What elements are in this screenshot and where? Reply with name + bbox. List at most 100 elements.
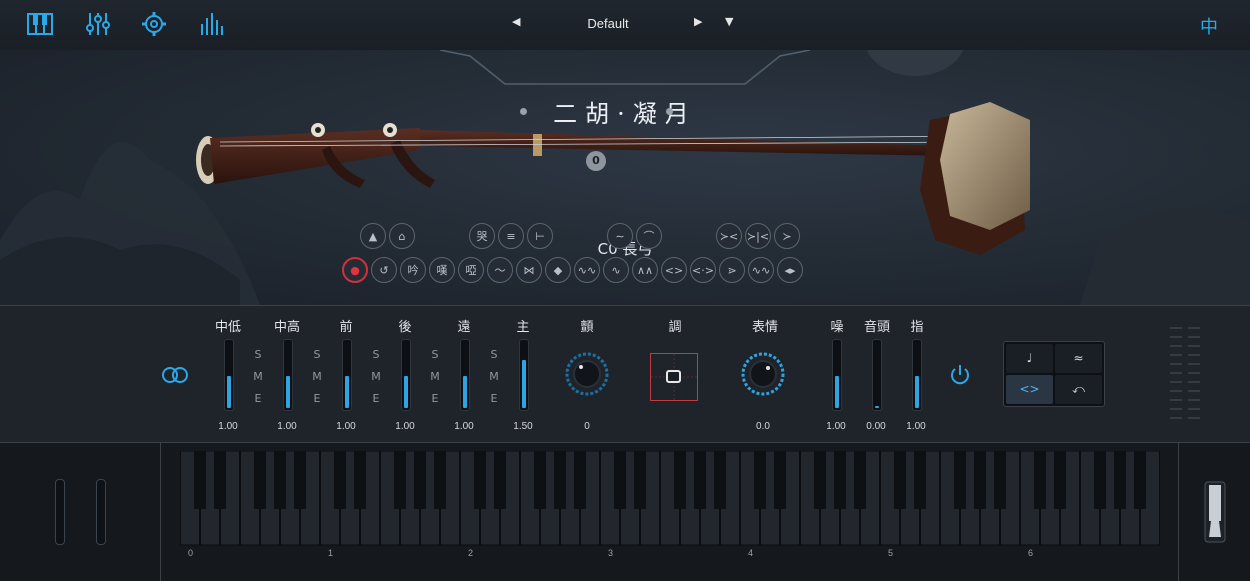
artic-btn-12[interactable]: <>: [661, 257, 687, 283]
artic-btn-15[interactable]: ∿∿: [748, 257, 774, 283]
black-key[interactable]: [1134, 451, 1146, 509]
record-button[interactable]: ●: [342, 257, 368, 283]
sme-buttons[interactable]: SME: [251, 344, 265, 410]
black-key[interactable]: [714, 451, 726, 509]
black-key[interactable]: [334, 451, 346, 509]
artic-btn-10[interactable]: ∿: [603, 257, 629, 283]
black-key[interactable]: [1034, 451, 1046, 509]
artic-btn-6[interactable]: 〜: [487, 257, 513, 283]
artic-flag-button[interactable]: ⊢: [527, 223, 553, 249]
artic-btn-14[interactable]: ⋗: [719, 257, 745, 283]
mode-legato-button[interactable]: ≈: [1055, 344, 1102, 373]
black-key[interactable]: [274, 451, 286, 509]
black-key[interactable]: [214, 451, 226, 509]
mode-release-button[interactable]: ⤺: [1055, 374, 1102, 404]
black-key[interactable]: [814, 451, 826, 509]
artic-slur-button[interactable]: ⌒: [636, 223, 662, 249]
black-key[interactable]: [754, 451, 766, 509]
link-rings-icon[interactable]: [162, 366, 188, 384]
power-icon[interactable]: [948, 363, 972, 387]
tune-xy-pad[interactable]: [650, 353, 698, 401]
black-key[interactable]: [694, 451, 706, 509]
artic-arch-button[interactable]: ⌂: [389, 223, 415, 249]
black-key[interactable]: [614, 451, 626, 509]
language-toggle[interactable]: 中: [1200, 13, 1218, 39]
artic-btn-2[interactable]: ↺: [371, 257, 397, 283]
artic-cresc-button[interactable]: ≻<: [716, 223, 742, 249]
preset-next-button[interactable]: ▶: [694, 15, 702, 28]
black-key[interactable]: [674, 451, 686, 509]
black-key[interactable]: [1094, 451, 1106, 509]
preset-menu-button[interactable]: ▼: [725, 15, 733, 28]
black-key[interactable]: [254, 451, 266, 509]
mod-wheel[interactable]: [96, 479, 106, 545]
position-dot-1[interactable]: [520, 108, 527, 115]
artic-btn-8[interactable]: ◆: [545, 257, 571, 283]
black-key[interactable]: [894, 451, 906, 509]
position-indicator[interactable]: 0: [586, 151, 606, 171]
artic-btn-9[interactable]: ∿∿: [574, 257, 600, 283]
sme-buttons[interactable]: SME: [310, 344, 324, 410]
black-key[interactable]: [574, 451, 586, 509]
sme-buttons[interactable]: SME: [487, 344, 501, 410]
black-key[interactable]: [394, 451, 406, 509]
artic-btn-11[interactable]: ∧∧: [632, 257, 658, 283]
preset-prev-button[interactable]: ◀: [512, 15, 520, 28]
noise-fader[interactable]: [832, 339, 842, 411]
channel-fader[interactable]: [342, 339, 352, 411]
black-key[interactable]: [834, 451, 846, 509]
black-key[interactable]: [434, 451, 446, 509]
black-key[interactable]: [534, 451, 546, 509]
channel-fader[interactable]: [224, 339, 234, 411]
artic-btn-7[interactable]: ⋈: [516, 257, 542, 283]
black-key[interactable]: [414, 451, 426, 509]
black-key[interactable]: [554, 451, 566, 509]
artic-btn-16[interactable]: ◂▸: [777, 257, 803, 283]
position-dot-3[interactable]: [666, 108, 673, 115]
piano-icon[interactable]: [26, 10, 54, 38]
artic-wave-button[interactable]: ∼: [607, 223, 633, 249]
pitch-wheel[interactable]: [55, 479, 65, 545]
mixer-sliders-icon[interactable]: [84, 10, 112, 38]
artic-accent-button[interactable]: ▲: [360, 223, 386, 249]
black-key[interactable]: [774, 451, 786, 509]
artic-dim-button[interactable]: ≻|<: [745, 223, 771, 249]
artic-tremolo-button[interactable]: ≡: [498, 223, 524, 249]
artic-btn-13[interactable]: <·>: [690, 257, 716, 283]
piano-keyboard[interactable]: [180, 451, 1160, 551]
gear-icon[interactable]: [140, 10, 168, 38]
black-key[interactable]: [954, 451, 966, 509]
black-key[interactable]: [854, 451, 866, 509]
channel-fader[interactable]: [283, 339, 293, 411]
mode-note-button[interactable]: ♩: [1006, 344, 1053, 373]
sme-buttons[interactable]: SME: [369, 344, 383, 410]
sme-buttons[interactable]: SME: [428, 344, 442, 410]
black-key[interactable]: [914, 451, 926, 509]
channel-fader[interactable]: [401, 339, 411, 411]
attack-fader[interactable]: [872, 339, 882, 411]
black-key[interactable]: [1054, 451, 1066, 509]
artic-accent2-button[interactable]: ≻: [774, 223, 800, 249]
channel-fader[interactable]: [519, 339, 529, 411]
artic-btn-5[interactable]: 啞: [458, 257, 484, 283]
black-key[interactable]: [494, 451, 506, 509]
black-key[interactable]: [294, 451, 306, 509]
black-key[interactable]: [194, 451, 206, 509]
black-key[interactable]: [994, 451, 1006, 509]
black-key[interactable]: [354, 451, 366, 509]
preset-name[interactable]: Default: [560, 16, 656, 31]
sustain-pedal-icon[interactable]: [1204, 481, 1226, 543]
black-key[interactable]: [474, 451, 486, 509]
mode-portamento-button[interactable]: <>: [1006, 374, 1053, 404]
channel-fader[interactable]: [460, 339, 470, 411]
vibrato-knob[interactable]: [565, 352, 609, 396]
artic-btn-3[interactable]: 吟: [400, 257, 426, 283]
artic-btn-4[interactable]: 嘆: [429, 257, 455, 283]
artic-cry-button[interactable]: 哭: [469, 223, 495, 249]
finger-fader[interactable]: [912, 339, 922, 411]
eq-bars-icon[interactable]: [198, 10, 226, 38]
black-key[interactable]: [634, 451, 646, 509]
black-key[interactable]: [1114, 451, 1126, 509]
black-key[interactable]: [974, 451, 986, 509]
expression-knob[interactable]: [741, 352, 785, 396]
